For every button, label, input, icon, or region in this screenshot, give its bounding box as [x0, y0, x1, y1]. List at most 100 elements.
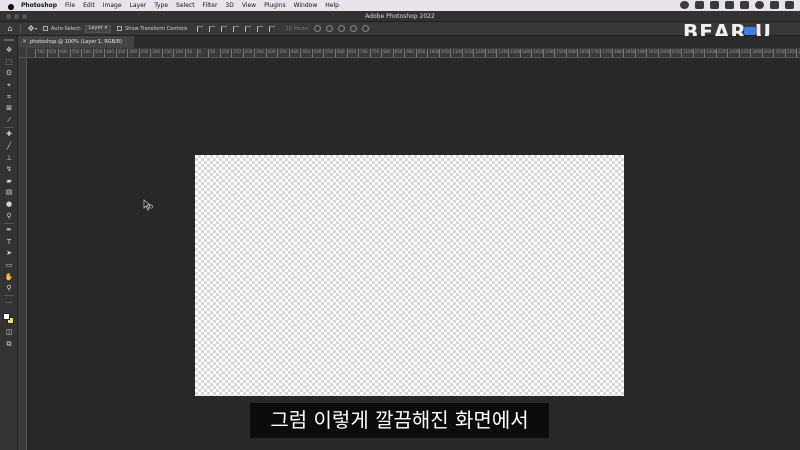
panel-grip[interactable] [3, 39, 14, 41]
search-icon[interactable] [770, 1, 779, 9]
ruler-tick-label: 550 [323, 49, 334, 57]
auto-select-option[interactable]: Auto-Select: Layer ▾ [43, 24, 112, 33]
path-selection-tool-button[interactable]: ➤ [0, 248, 18, 260]
horizontal-ruler[interactable]: 700 650 600 550 500 450 400 350 300 250 200 150 100 5… [27, 48, 800, 58]
ruler-corner[interactable] [18, 48, 27, 58]
document-tab[interactable]: × photoshop @ 100% (Layer 1, RGB/8) [18, 36, 134, 48]
auto-select-dropdown[interactable]: Layer ▾ [84, 24, 112, 33]
quick-mask-icon: ◫ [5, 328, 13, 337]
align-left-icon[interactable] [197, 25, 204, 32]
quick-selection-tool-button[interactable]: ⌖ [0, 80, 18, 92]
ruler-tick-label: 150 [161, 49, 172, 57]
lasso-tool-button[interactable]: ʘ [0, 68, 18, 80]
dodge-tool-button[interactable]: ⚲ [0, 210, 18, 222]
menu-edit[interactable]: Edit [83, 2, 95, 9]
auto-select-checkbox[interactable] [43, 26, 49, 31]
auto-select-value: Layer [88, 25, 103, 31]
rectangle-tool-button[interactable]: ▭ [0, 260, 18, 272]
slide-3d-icon[interactable] [350, 25, 358, 32]
brush-tool-button[interactable]: ╱ [0, 141, 18, 153]
menu-file[interactable]: File [65, 2, 75, 9]
scale-3d-icon[interactable] [362, 25, 370, 32]
ruler-tick-label: 250 [254, 49, 264, 57]
ruler-tick-label: 450 [300, 49, 310, 57]
wifi-icon[interactable] [755, 1, 764, 9]
menu-image[interactable]: Image [103, 2, 122, 9]
align-middle-icon[interactable] [245, 25, 252, 32]
document-canvas[interactable] [195, 155, 624, 396]
move-preset-icon: ✥ [27, 23, 35, 33]
roll-3d-icon[interactable] [326, 25, 334, 32]
status-clipboard-icon[interactable] [710, 1, 719, 9]
pan-3d-icon[interactable] [338, 25, 346, 32]
foreground-color-swatch[interactable] [3, 313, 10, 321]
menu-app-name[interactable]: Photoshop [21, 2, 57, 9]
pen-tool-icon: ✒ [6, 226, 12, 235]
hand-tool-button[interactable]: ✋ [0, 271, 18, 283]
pen-tool-button[interactable]: ✒ [0, 225, 18, 237]
vertical-ruler[interactable] [18, 58, 27, 450]
ruler-tick-label: 250 [138, 49, 149, 57]
gradient-tool-button[interactable]: ▤ [0, 187, 18, 199]
ruler-tick-label: 600 [335, 49, 345, 57]
crop-tool-button[interactable]: ⌗ [0, 91, 18, 103]
ruler-tick-label: 950 [415, 49, 426, 57]
menu-window[interactable]: Window [294, 2, 318, 9]
frame-tool-button[interactable]: ⊠ [0, 103, 18, 115]
distribute-icon[interactable] [269, 25, 276, 32]
menu-view[interactable]: View [242, 2, 256, 9]
status-circle-icon[interactable] [680, 1, 689, 9]
clone-stamp-tool-icon: ⊥ [5, 153, 13, 162]
ruler-tick-label: 400 [288, 49, 299, 57]
auto-select-label: Auto-Select: [51, 25, 82, 32]
more-tools-button[interactable]: ··· [0, 297, 18, 309]
blur-tool-button[interactable]: ● [0, 199, 18, 211]
quick-selection-tool-icon: ⌖ [7, 81, 11, 90]
gradient-tool-icon: ▤ [5, 188, 13, 197]
apple-icon[interactable] [7, 2, 15, 10]
show-transform-checkbox[interactable] [117, 26, 123, 31]
marquee-tool-button[interactable]: ⬚ [0, 57, 18, 69]
ruler-tick-label: 750 [369, 49, 380, 57]
ruler-tick-label: 50 [208, 49, 216, 57]
move-tool-button[interactable]: ✥ [0, 45, 18, 57]
show-transform-option[interactable]: Show Transform Controls [117, 26, 187, 32]
blur-tool-icon: ● [5, 200, 13, 209]
ruler-tick-label: 300 [127, 49, 137, 57]
menu-plugins[interactable]: Plugins [264, 2, 286, 9]
menu-3d[interactable]: 3D [225, 2, 233, 9]
control-center-icon[interactable] [785, 1, 794, 9]
zoom-tool-button[interactable]: ⚲ [0, 283, 18, 295]
menu-type[interactable]: Type [154, 2, 168, 9]
align-right-icon[interactable] [221, 25, 228, 32]
eyedropper-tool-button[interactable]: ⁄ [0, 115, 18, 127]
close-icon[interactable]: × [22, 36, 27, 48]
move-tool-icon: ✥ [6, 46, 12, 55]
zoom-tool-icon: ⚲ [6, 284, 12, 293]
menu-select[interactable]: Select [176, 2, 195, 9]
status-app-icon[interactable] [725, 1, 734, 9]
menu-filter[interactable]: Filter [203, 2, 218, 9]
rectangle-tool-icon: ▭ [5, 260, 13, 269]
screen-mode-button[interactable]: ⧉ [0, 339, 18, 351]
orbit-3d-icon[interactable] [314, 25, 322, 32]
spot-healing-tool-button[interactable]: ✚ [0, 129, 18, 141]
home-button[interactable]: ⌂ [6, 24, 14, 33]
quick-mask-button[interactable]: ◫ [0, 327, 18, 339]
clone-stamp-tool-button[interactable]: ⊥ [0, 152, 18, 164]
menu-layer[interactable]: Layer [130, 2, 147, 9]
align-top-icon[interactable] [233, 25, 240, 32]
tool-list: ✥ ⬚ ʘ ⌖ ⌗ ⊠ ⁄ ✚ ╱ ⊥ ↯ ▰ ▤ ● ⚲ ✒ T ➤ ▭ ✋ ⚲ ··· [0, 45, 17, 309]
chevron-down-icon: ▾ [104, 25, 108, 31]
tool-preset-picker[interactable]: ✥ ▾ [27, 23, 37, 33]
status-cloud-icon[interactable] [740, 1, 749, 9]
window-title-bar: Adobe Photoshop 2022 [0, 11, 800, 22]
ruler-tick-label: 800 [381, 49, 391, 57]
type-tool-button[interactable]: T [0, 237, 18, 249]
history-brush-tool-button[interactable]: ↯ [0, 164, 18, 176]
status-screen-icon[interactable] [695, 1, 704, 9]
menu-help[interactable]: Help [325, 2, 339, 9]
align-bottom-icon[interactable] [257, 25, 264, 32]
eraser-tool-button[interactable]: ▰ [0, 176, 18, 188]
align-center-icon[interactable] [209, 25, 216, 32]
